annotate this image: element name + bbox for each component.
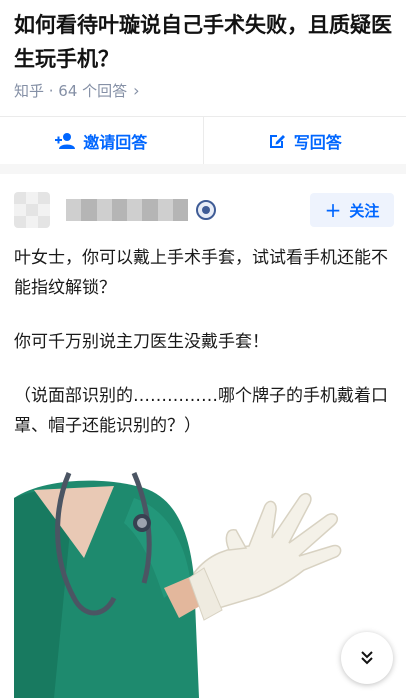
answer-paragraph: 你可千万别说主刀医生没戴手套！ (14, 332, 269, 352)
write-icon (268, 132, 286, 150)
invite-answer-button[interactable]: 邀请回答 (0, 117, 203, 164)
scroll-down-button[interactable] (341, 632, 393, 684)
answer-image[interactable] (14, 468, 392, 698)
answer-paragraph: 叶女士，你可以戴上手术手套，试试看手机还能不能指纹解锁？ (14, 248, 388, 298)
answer-paragraph: （说面部识别的……………哪个牌子的手机戴着口罩、帽子还能识别的？） (14, 386, 388, 436)
author-name-blurred[interactable] (66, 199, 188, 221)
avatar[interactable] (14, 192, 50, 228)
write-label: 写回答 (293, 132, 342, 152)
action-bar: 邀请回答 写回答 (0, 116, 406, 165)
invite-label: 邀请回答 (83, 132, 148, 152)
double-chevron-down-icon (361, 651, 373, 665)
plus-icon: + (324, 198, 342, 222)
follow-button[interactable]: + 关注 (310, 193, 394, 227)
write-answer-button[interactable]: 写回答 (204, 117, 406, 164)
answer-content: 叶女士，你可以戴上手术手套，试试看手机还能不能指纹解锁？ 你可千万别说主刀医生没… (14, 243, 394, 465)
invite-icon (55, 132, 76, 150)
question-meta[interactable]: 知乎 · 64 个回答 › (14, 80, 140, 101)
badge-icon (196, 200, 216, 220)
doctor-glove-illustration (14, 468, 392, 698)
question-title[interactable]: 如何看待叶璇说自己手术失败，且质疑医生玩手机？ (14, 8, 394, 76)
section-divider (0, 164, 406, 174)
chevron-right-icon: › (133, 81, 140, 100)
answer-count: 知乎 · 64 个回答 (14, 82, 128, 100)
follow-label: 关注 (349, 201, 380, 220)
author-row: + 关注 (14, 188, 394, 232)
